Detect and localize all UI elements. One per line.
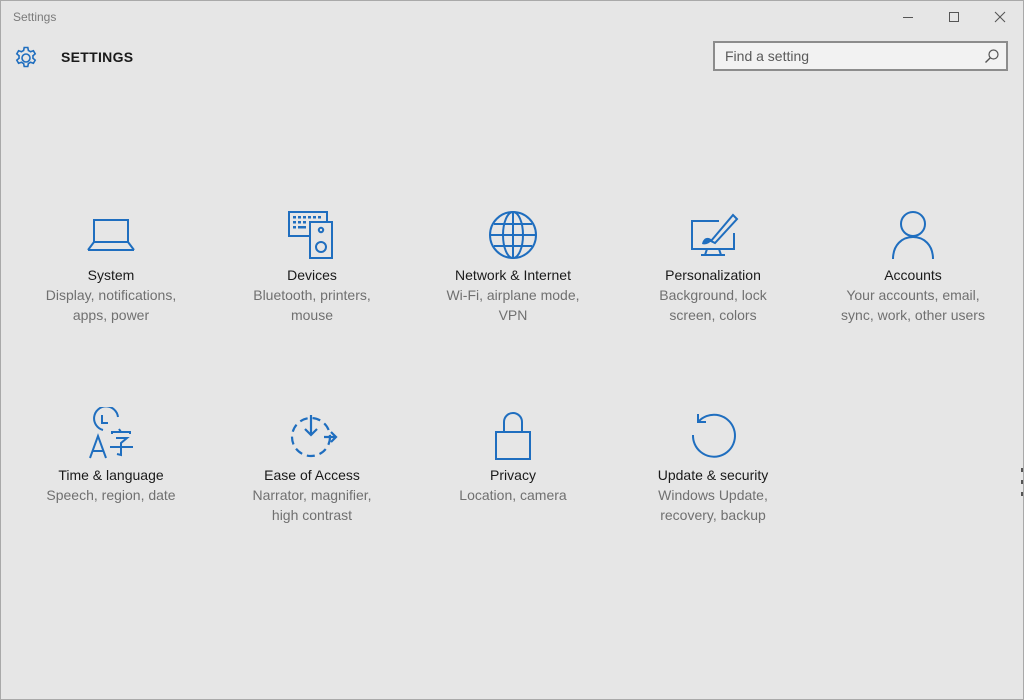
gear-icon (15, 46, 37, 68)
category-title: System (87, 267, 135, 283)
search-icon[interactable] (984, 48, 1000, 64)
maximize-icon (949, 12, 959, 22)
category-privacy[interactable]: Privacy Location, camera (413, 407, 613, 505)
category-title: Personalization (665, 267, 761, 283)
devices-icon (288, 211, 333, 259)
scroll-edge-marker (1021, 468, 1023, 496)
settings-window: Settings SETTINGS Find a setting System … (0, 0, 1024, 700)
close-button[interactable] (977, 1, 1023, 33)
category-network-internet[interactable]: Network & Internet Wi-Fi, airplane mode,… (413, 207, 613, 325)
globe-icon (489, 211, 537, 259)
page-title: SETTINGS (61, 49, 134, 65)
category-system[interactable]: System Display, notifications, apps, pow… (11, 207, 211, 325)
category-title: Network & Internet (455, 267, 571, 283)
category-ease-of-access[interactable]: Ease of Access Narrator, magnifier, high… (212, 407, 412, 525)
category-description: Your accounts, email, sync, work, other … (841, 287, 985, 323)
category-description: Display, notifications, apps, power (45, 287, 177, 323)
person-icon (892, 211, 934, 260)
category-description: Bluetooth, printers, mouse (253, 287, 371, 323)
time-language-icon (89, 407, 133, 459)
search-box[interactable] (713, 41, 1008, 71)
category-title: Accounts (884, 267, 942, 283)
category-time-language[interactable]: Time & language Speech, region, date (11, 407, 211, 505)
minimize-icon (903, 17, 913, 18)
lock-icon (495, 412, 531, 460)
category-update-security[interactable]: Update & security Windows Update, recove… (613, 407, 813, 525)
window-title: Settings (13, 10, 57, 24)
category-personalization[interactable]: Personalization Background, lock screen,… (613, 207, 813, 325)
category-title: Privacy (490, 467, 536, 483)
refresh-icon (691, 413, 736, 458)
category-description: Background, lock screen, colors (659, 287, 767, 323)
close-icon (994, 11, 1006, 23)
maximize-button[interactable] (931, 1, 977, 33)
category-title: Devices (287, 267, 337, 283)
category-description: Wi-Fi, airplane mode, VPN (446, 287, 580, 323)
category-description: Windows Update, recovery, backup (658, 487, 768, 523)
category-description: Location, camera (459, 487, 567, 503)
category-title: Time & language (58, 467, 164, 483)
category-accounts[interactable]: Accounts Your accounts, email, sync, wor… (813, 207, 1013, 325)
ease-of-access-icon (290, 415, 338, 458)
title-bar[interactable]: Settings (1, 1, 1023, 33)
category-description: Narrator, magnifier, high contrast (252, 487, 372, 523)
laptop-icon (87, 219, 135, 251)
category-devices[interactable]: Devices Bluetooth, printers, mouse (212, 207, 412, 325)
category-title: Ease of Access (264, 467, 360, 483)
paintbrush-icon (691, 213, 739, 256)
search-input[interactable] (725, 46, 975, 66)
minimize-button[interactable] (885, 1, 931, 33)
category-description: Speech, region, date (46, 487, 176, 503)
category-title: Update & security (657, 467, 769, 483)
